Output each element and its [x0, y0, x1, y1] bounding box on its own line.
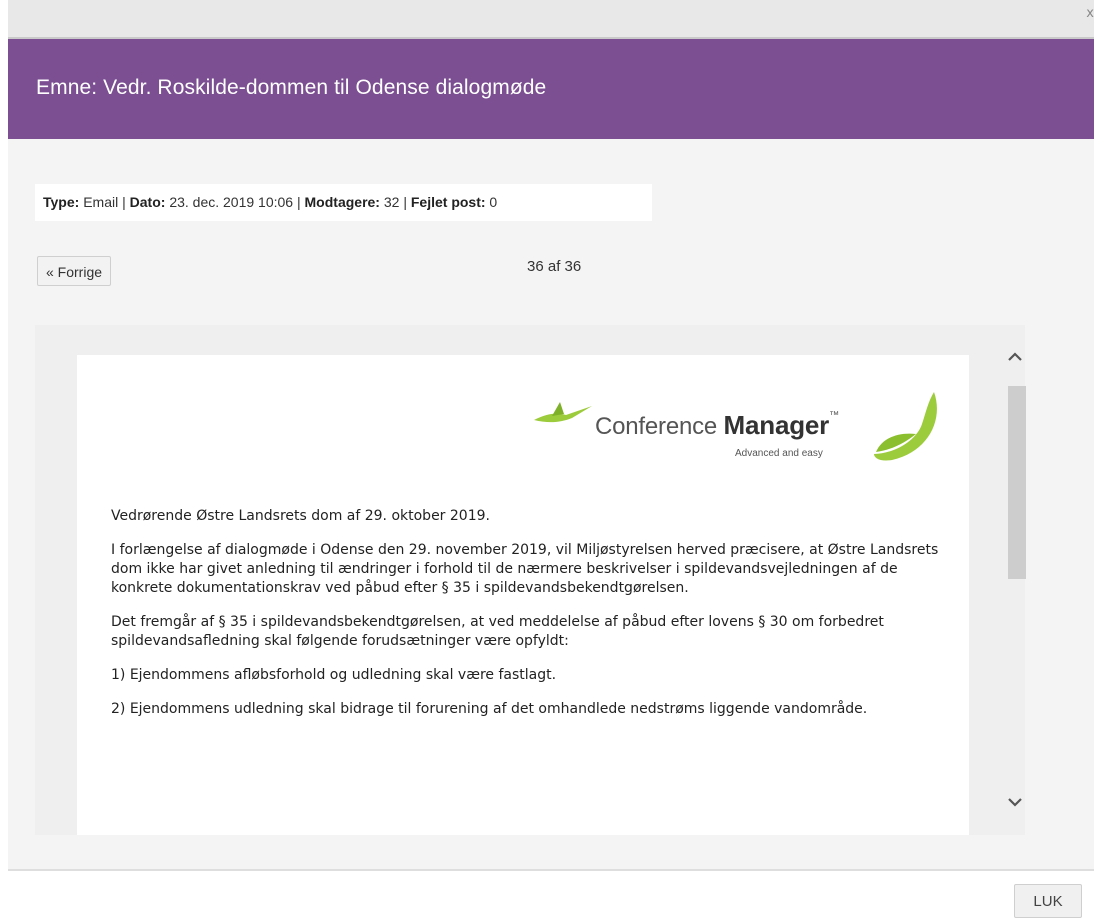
email-document: Conference Manager™ Advanced and easy Ve…	[77, 355, 969, 835]
modal-header: Emne: Vedr. Roskilde-dommen til Odense d…	[8, 39, 1094, 139]
logo-tm: ™	[829, 410, 839, 421]
recipients-value: 32	[383, 194, 400, 210]
recipients-label: Modtagere:	[304, 194, 380, 210]
paragraph: Det fremgår af § 35 i spildevandsbekendt…	[111, 614, 884, 649]
page-counter: 36 af 36	[527, 258, 582, 275]
close-button[interactable]: LUK	[1014, 884, 1082, 918]
logo-wordmark: Conference Manager™	[595, 410, 839, 441]
date-value: 23. dec. 2019 10:06	[169, 194, 294, 210]
logo-name-light: Conference	[595, 413, 724, 440]
email-body-text: Vedrørende Østre Landsrets dom af 29. ok…	[111, 507, 941, 734]
message-meta-bar: Type: Email | Dato: 23. dec. 2019 10:06 …	[35, 184, 652, 221]
top-strip: x	[8, 0, 1094, 39]
logo-name-bold: Manager	[723, 410, 830, 440]
chevron-up-icon[interactable]	[1003, 345, 1027, 369]
chevron-down-icon[interactable]	[1003, 790, 1027, 814]
type-value: Email	[83, 194, 119, 210]
subject-title: Emne: Vedr. Roskilde-dommen til Odense d…	[36, 76, 547, 99]
paragraph: 2) Ejendommens udledning skal bidrage ti…	[111, 701, 868, 717]
hummingbird-icon	[534, 402, 592, 423]
paragraph: Vedrørende Østre Landsrets dom af 29. ok…	[111, 508, 490, 524]
meta-separator: |	[293, 194, 305, 210]
date-label: Dato:	[129, 194, 166, 210]
previous-button[interactable]: « Forrige	[37, 256, 112, 286]
leaf-swoosh-icon	[874, 392, 937, 461]
failed-value: 0	[489, 194, 498, 210]
close-icon[interactable]: x	[1086, 6, 1094, 21]
meta-separator: |	[399, 194, 411, 210]
failed-label: Fejlet post:	[410, 194, 486, 210]
paragraph: 1) Ejendommens afløbsforhold og udlednin…	[111, 667, 557, 683]
scrollbar-thumb[interactable]	[1008, 386, 1026, 579]
logo-tagline: Advanced and easy	[735, 448, 823, 459]
paragraph: I forlængelse af dialogmøde i Odense den…	[111, 542, 939, 596]
conference-manager-logo: Conference Manager™ Advanced and easy	[532, 390, 962, 470]
meta-separator: |	[118, 194, 130, 210]
type-label: Type:	[43, 194, 80, 210]
footer-divider	[8, 869, 1094, 871]
